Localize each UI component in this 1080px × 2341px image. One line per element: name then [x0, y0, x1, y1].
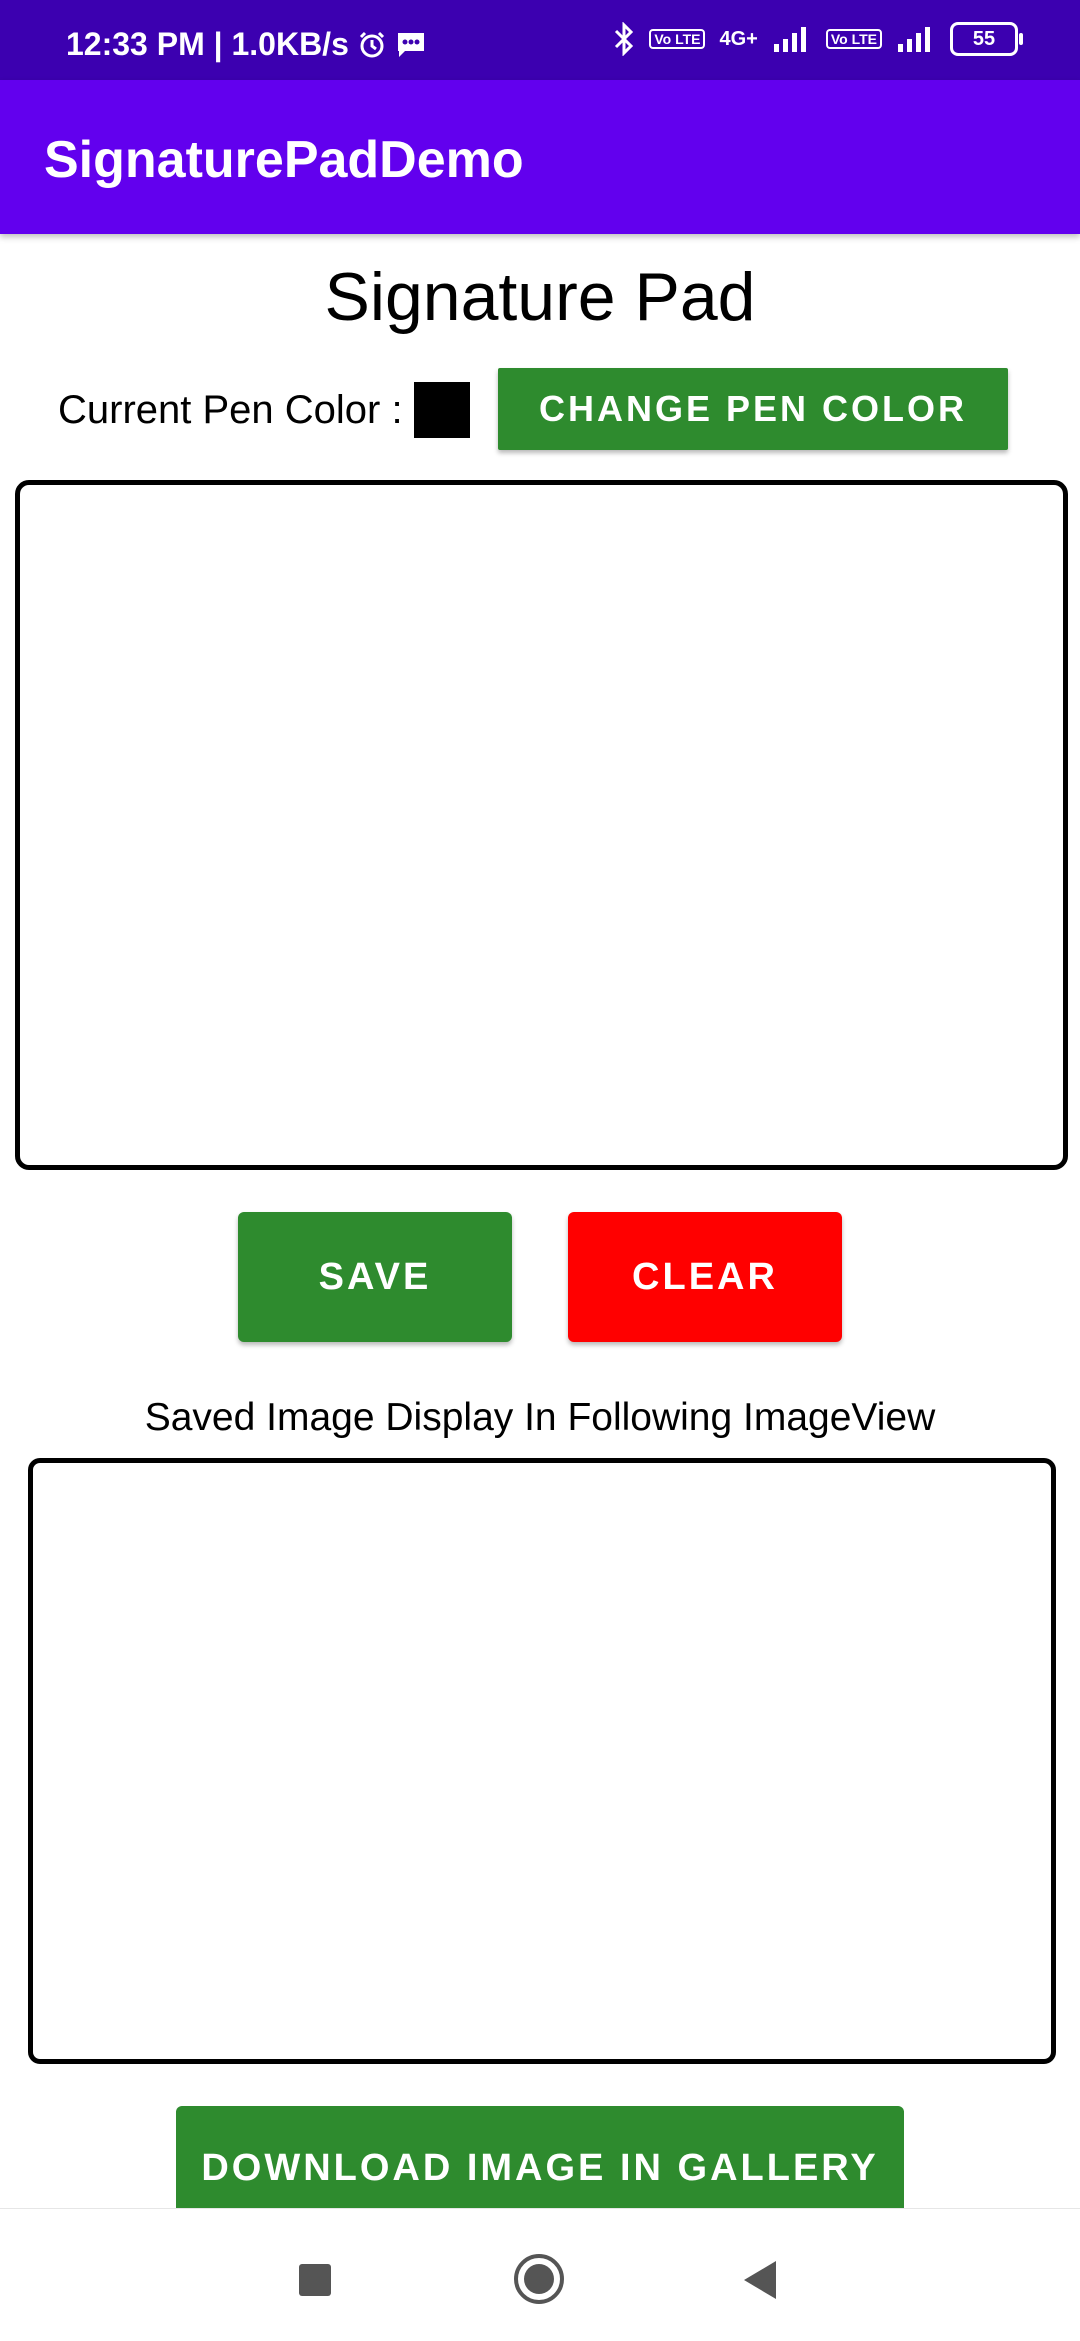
- bluetooth-icon: [615, 22, 634, 56]
- signature-pad[interactable]: [15, 480, 1068, 1170]
- clear-button[interactable]: CLEAR: [568, 1212, 842, 1342]
- home-circle-icon[interactable]: [514, 2254, 564, 2304]
- network-4g-label: 4G+: [719, 27, 758, 50]
- change-pen-color-button[interactable]: CHANGE PEN COLOR: [498, 368, 1008, 450]
- signal-icon-1: [773, 27, 806, 52]
- volte-badge-1: Vo LTE: [649, 29, 706, 49]
- alarm-icon: [359, 31, 384, 57]
- navigation-bar: [0, 2208, 1080, 2341]
- volte-badge-2: Vo LTE: [825, 29, 882, 49]
- status-left: 12:33 PM | 1.0KB/s: [66, 26, 427, 63]
- saved-image-view: [28, 1458, 1056, 2064]
- message-icon: [397, 32, 424, 57]
- page-heading: Signature Pad: [324, 259, 756, 335]
- saved-image-label: Saved Image Display In Following ImageVi…: [144, 1396, 936, 1439]
- signal-icon-2: [898, 27, 930, 52]
- back-triangle-icon[interactable]: [744, 2261, 776, 2299]
- status-time: 12:33 PM | 1.0KB/s: [66, 26, 349, 62]
- save-button[interactable]: SAVE: [238, 1212, 512, 1342]
- pen-color-swatch: [414, 382, 470, 438]
- app-bar: SignaturePadDemo: [0, 80, 1080, 234]
- download-image-button[interactable]: DOWNLOAD IMAGE IN GALLERY: [176, 2106, 904, 2208]
- download-button-container: DOWNLOAD IMAGE IN GALLERY: [176, 2106, 904, 2208]
- pen-color-label: Current Pen Color :: [58, 388, 403, 432]
- battery-icon: 55: [950, 22, 1023, 56]
- recents-square-icon[interactable]: [299, 2264, 331, 2296]
- app-title: SignaturePadDemo: [44, 131, 524, 189]
- status-bar: 12:33 PM | 1.0KB/s Vo LTE 4G+ Vo LTE 55: [0, 0, 1080, 80]
- status-right: Vo LTE 4G+ Vo LTE 55: [613, 22, 1023, 56]
